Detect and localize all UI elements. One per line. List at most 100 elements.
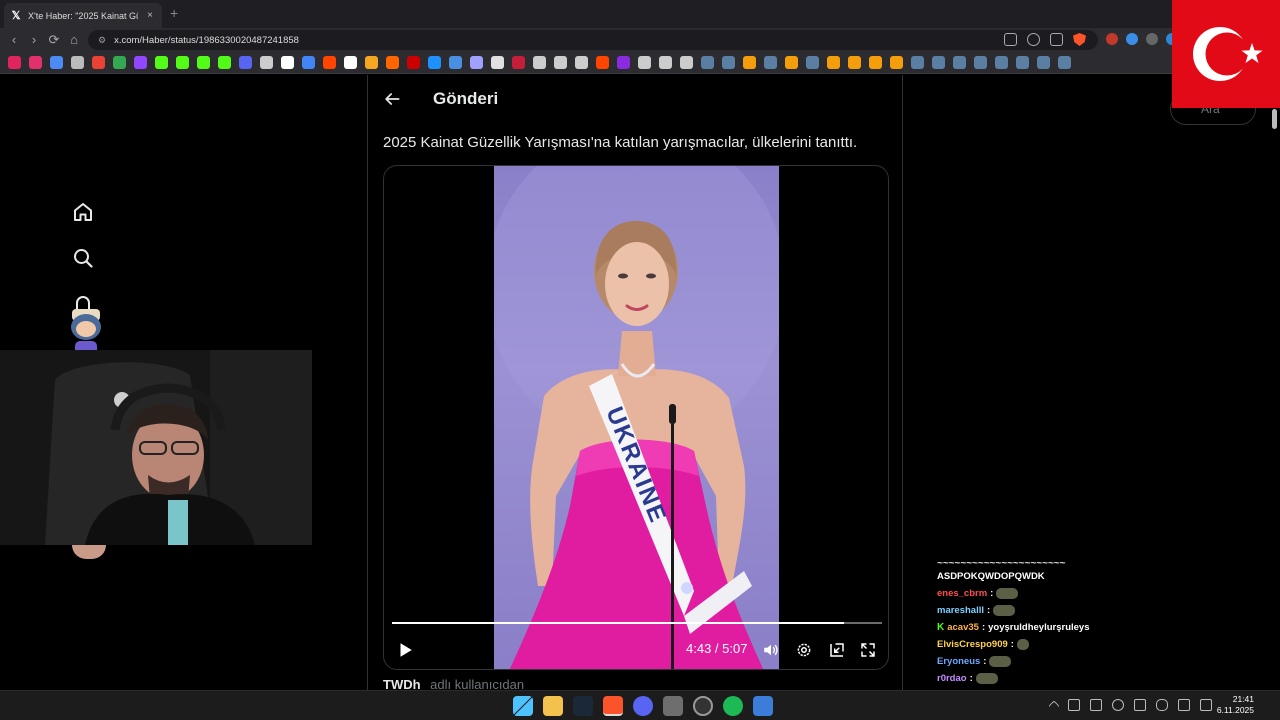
bookmark-favicon-icon[interactable] [218,56,231,69]
bookmark-favicon-icon[interactable] [575,56,588,69]
file-explorer-icon[interactable] [543,696,563,716]
bookmark-favicon-icon[interactable] [890,56,903,69]
tray-steam-icon[interactable] [1112,699,1124,711]
share-icon[interactable] [1050,33,1063,46]
bookmark-favicon-icon[interactable] [71,56,84,69]
bookmark-favicon-icon[interactable] [554,56,567,69]
back-arrow-icon[interactable] [382,89,402,109]
bookmark-icon[interactable]: ⌂ [66,32,82,48]
back-icon[interactable]: ‹ [6,32,22,48]
tray-chevron-icon[interactable] [1048,700,1060,712]
bookmark-favicon-icon[interactable] [743,56,756,69]
bookmark-favicon-icon[interactable] [974,56,987,69]
bookmark-favicon-icon[interactable] [344,56,357,69]
bookmark-favicon-icon[interactable] [512,56,525,69]
bookmark-favicon-icon[interactable] [953,56,966,69]
site-info-icon[interactable]: ⚙ [98,35,106,46]
bookmark-favicon-icon[interactable] [764,56,777,69]
bookmark-favicon-icon[interactable] [617,56,630,69]
steam-icon[interactable] [573,696,593,716]
taskbar-clock[interactable]: 21:41 6.11.2025 [1214,694,1254,716]
bookmark-favicon-icon[interactable] [92,56,105,69]
extension-icon[interactable] [1106,33,1118,45]
brave-browser-icon[interactable] [603,696,623,716]
home-icon[interactable] [70,200,96,224]
browser-tab[interactable]: 𝕏 X'te Haber: "2025 Kainat Güzelli × [4,3,162,28]
zoom-icon[interactable] [1027,33,1040,46]
bookmark-favicon-icon[interactable] [785,56,798,69]
tray-shield-icon[interactable] [1090,699,1102,711]
new-tab-button[interactable]: + [170,5,178,21]
bookmark-favicon-icon[interactable] [365,56,378,69]
fullscreen-icon[interactable] [859,641,877,659]
bookmark-favicon-icon[interactable] [197,56,210,69]
bookmark-favicon-icon[interactable] [302,56,315,69]
bookmark-favicon-icon[interactable] [659,56,672,69]
bookmark-favicon-icon[interactable] [470,56,483,69]
bookmark-favicon-icon[interactable] [806,56,819,69]
unity-icon[interactable] [663,696,683,716]
volume-icon[interactable] [762,641,780,659]
bookmark-favicon-icon[interactable] [1058,56,1071,69]
scrollbar-thumb[interactable] [1272,109,1277,129]
bookmark-favicon-icon[interactable] [176,56,189,69]
search-icon[interactable] [70,246,96,270]
bookmark-favicon-icon[interactable] [701,56,714,69]
video-player[interactable]: UKRAINE 4:43 / 5:07 [383,165,889,670]
bookmark-favicon-icon[interactable] [8,56,21,69]
tray-volume-icon[interactable] [1134,699,1146,711]
brave-shields-icon[interactable] [1073,33,1086,46]
picture-in-picture-icon[interactable] [828,641,846,659]
bookmark-favicon-icon[interactable] [680,56,693,69]
bookmark-favicon-icon[interactable] [449,56,462,69]
bookmark-favicon-icon[interactable] [281,56,294,69]
play-icon[interactable] [396,641,414,659]
app-icon[interactable] [753,696,773,716]
bookmark-favicon-icon[interactable] [29,56,42,69]
bookmark-favicon-icon[interactable] [596,56,609,69]
page-scrollbar[interactable] [1271,101,1278,691]
bookmark-favicon-icon[interactable] [827,56,840,69]
x-logo-icon: 𝕏 [11,9,21,22]
address-bar[interactable]: ⚙ x.com/Haber/status/1986330020487241858 [88,30,1098,50]
video-time: 4:43 / 5:07 [686,641,748,656]
reload-icon[interactable]: ⟳ [46,32,62,48]
obs-icon[interactable] [693,696,713,716]
bookmark-favicon-icon[interactable] [638,56,651,69]
forward-icon[interactable]: › [26,32,42,48]
start-menu-icon[interactable] [513,696,533,716]
bookmark-favicon-icon[interactable] [113,56,126,69]
extension-icon[interactable] [1146,33,1158,45]
cast-icon[interactable] [1004,33,1017,46]
bookmark-favicon-icon[interactable] [491,56,504,69]
discord-icon[interactable] [633,696,653,716]
video-progress-bar[interactable] [392,622,882,624]
bookmark-favicon-icon[interactable] [239,56,252,69]
settings-gear-icon[interactable] [795,641,813,659]
bookmark-favicon-icon[interactable] [1016,56,1029,69]
bookmark-favicon-icon[interactable] [533,56,546,69]
bookmark-favicon-icon[interactable] [386,56,399,69]
bookmark-favicon-icon[interactable] [50,56,63,69]
bookmark-favicon-icon[interactable] [1037,56,1050,69]
bookmark-favicon-icon[interactable] [995,56,1008,69]
chat-separator: : [1010,639,1014,650]
bookmark-favicon-icon[interactable] [869,56,882,69]
spotify-icon[interactable] [723,696,743,716]
tray-network-icon[interactable] [1178,699,1190,711]
bookmark-favicon-icon[interactable] [260,56,273,69]
bookmark-favicon-icon[interactable] [407,56,420,69]
bookmark-favicon-icon[interactable] [932,56,945,69]
bookmark-favicon-icon[interactable] [911,56,924,69]
bookmark-favicon-icon[interactable] [134,56,147,69]
bookmark-favicon-icon[interactable] [428,56,441,69]
bookmark-favicon-icon[interactable] [722,56,735,69]
bookmark-favicon-icon[interactable] [155,56,168,69]
bookmark-favicon-icon[interactable] [323,56,336,69]
bookmark-favicon-icon[interactable] [848,56,861,69]
tray-mic-icon[interactable] [1156,699,1168,711]
extension-icon[interactable] [1126,33,1138,45]
tray-app-icon[interactable] [1068,699,1080,711]
tray-speaker-icon[interactable] [1200,699,1212,711]
tab-close-icon[interactable]: × [144,10,156,21]
